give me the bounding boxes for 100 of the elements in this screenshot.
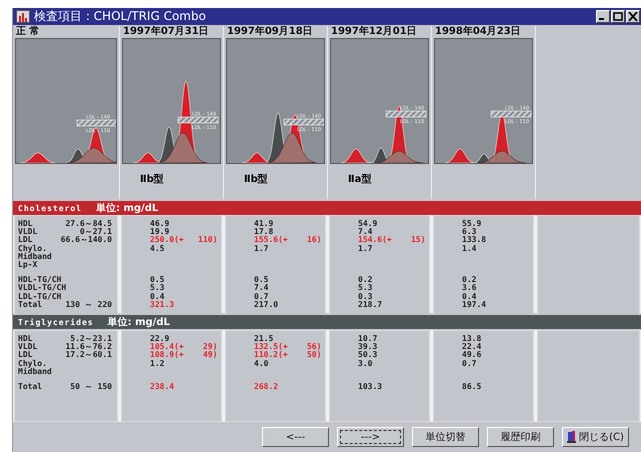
table-cell: 5.3	[358, 284, 372, 292]
table-cell: 1.4	[462, 244, 476, 253]
button[interactable]: <---	[262, 427, 329, 447]
reference-range: 11.6～76.2	[64, 343, 113, 352]
table-cell: 1.7	[358, 244, 372, 253]
minimize-button[interactable]	[596, 10, 610, 23]
table-cell: 22.4	[462, 343, 482, 352]
table-cell: 5.3	[150, 284, 164, 292]
table-cell: 86.5	[462, 382, 482, 392]
column-header: 1997年09月18日	[226, 26, 314, 38]
table-cell: 39.3	[358, 343, 378, 352]
table-cell: 218.7	[358, 300, 382, 309]
reference-range: 5.2～23.1	[69, 335, 113, 343]
table-cell: 105.4(+ 29)	[150, 343, 218, 352]
table-cell: 103.3	[358, 382, 382, 392]
row-label: Total	[17, 382, 44, 392]
column-header: 正 常	[15, 26, 40, 38]
close-icon	[628, 12, 638, 21]
column-header: 1997年12月01日	[330, 26, 418, 38]
type-label: Ⅱb型	[140, 174, 164, 185]
table-cell: 4.0	[254, 360, 268, 368]
button[interactable]: --->	[337, 427, 404, 447]
threshold-band	[490, 110, 532, 118]
button[interactable]: 単位切替	[412, 427, 479, 447]
row-label: VLDL-TG/CH	[17, 284, 66, 292]
maximize-icon	[613, 12, 623, 21]
reference-range: 66.6～140.0	[60, 236, 113, 245]
table-cell: 17.8	[254, 228, 274, 236]
column-header: 1998年04月23日	[434, 26, 522, 38]
threshold-band	[76, 120, 116, 126]
table-cell: 250.0(+ 110)	[150, 236, 218, 245]
maximize-button[interactable]	[611, 10, 625, 23]
reference-range: 27.6～84.5	[64, 220, 113, 228]
type-label: Ⅱb型	[244, 174, 268, 185]
section-title: Triglycerides	[18, 318, 94, 326]
table-cell: 0.2	[358, 276, 372, 284]
table-cell: 0.4	[150, 292, 164, 301]
table-cell: 108.9(+ 49)	[150, 351, 218, 360]
table-cell-text: 54.9	[358, 220, 378, 228]
table-cell: 238.4	[150, 382, 174, 392]
table-cell: 0.5	[150, 276, 164, 284]
window-title: 検査項目 : CHOL/TRIG Combo	[34, 8, 206, 25]
row-label: HDL-TG/CH	[17, 276, 62, 284]
table-cell: 0.2	[462, 276, 476, 284]
row-label: Midband	[17, 252, 53, 261]
row-label: LDL	[17, 236, 34, 244]
threshold-band	[178, 116, 218, 124]
row-label: LDL	[17, 351, 34, 360]
row-label: Lp-X	[17, 260, 38, 270]
reference-range: 50 ～ 150	[69, 382, 113, 392]
close-button[interactable]	[626, 10, 640, 23]
row-label: Total	[17, 300, 42, 309]
row-label: LDL-TG/CH	[17, 292, 62, 300]
unit-label: 単位: mg/dL	[108, 316, 170, 329]
table-cell: 0.5	[254, 276, 268, 284]
table-cell: 197.4	[462, 300, 486, 309]
table-cell: 132.5(+ 56)	[254, 343, 322, 352]
table-cell-text: 46.9	[150, 220, 170, 228]
table-cell: 0.7	[462, 360, 476, 368]
table-cell: 133.8	[462, 236, 486, 245]
row-label: Midband	[17, 368, 53, 376]
row-label: HDL	[17, 220, 34, 228]
reference-range: 0～27.1	[80, 228, 113, 236]
table-cell: 3.6	[462, 284, 476, 292]
table-cell: 7.4	[358, 228, 372, 236]
table-cell: 0.3	[358, 292, 372, 301]
threshold-band	[386, 110, 426, 118]
row-label: HDL	[17, 335, 34, 343]
threshold-band	[284, 118, 324, 126]
table-cell: 0.7	[254, 292, 268, 301]
table-cell: 1.2	[150, 360, 164, 368]
table-cell: 19.9	[150, 228, 170, 236]
column-header: 1997年07月31日	[122, 26, 210, 38]
table-cell: 110.2(+ 50)	[254, 351, 322, 360]
section-title: Cholesterol	[18, 204, 82, 212]
table-cell-text: 13.8	[462, 335, 482, 343]
table-cell: 4.5	[150, 244, 164, 253]
table-cell: 49.6	[462, 351, 482, 360]
table-cell-text: 41.9	[254, 220, 274, 228]
table-cell-text: 22.9	[150, 335, 170, 343]
table-cell: 6.3	[462, 228, 476, 236]
table-cell: 3.0	[358, 360, 372, 368]
button[interactable]: 閉じる(C)	[562, 427, 629, 447]
table-cell: 155.6(+ 16)	[254, 236, 322, 245]
table-cell-text: 21.5	[254, 335, 274, 343]
row-label: Chylo.	[17, 360, 47, 368]
table-cell: 321.3	[150, 300, 174, 309]
table-cell-text: 10.7	[358, 335, 378, 343]
row-label: VLDL	[17, 228, 38, 236]
table-cell: 154.6(+ 15)	[358, 236, 426, 245]
table-cell: 7.4	[254, 284, 268, 292]
reference-range: 17.2～60.1	[64, 351, 113, 360]
row-label: VLDL	[17, 343, 38, 352]
unit-label: 単位: mg/dL	[96, 202, 158, 215]
button[interactable]: 履歴印刷	[487, 427, 554, 447]
table-cell: 268.2	[254, 382, 278, 392]
row-label: Chylo.	[17, 244, 47, 253]
table-cell: 1.7	[254, 244, 268, 253]
reference-range: 130 ～ 220	[64, 300, 113, 309]
table-cell-text: 55.9	[462, 220, 482, 228]
